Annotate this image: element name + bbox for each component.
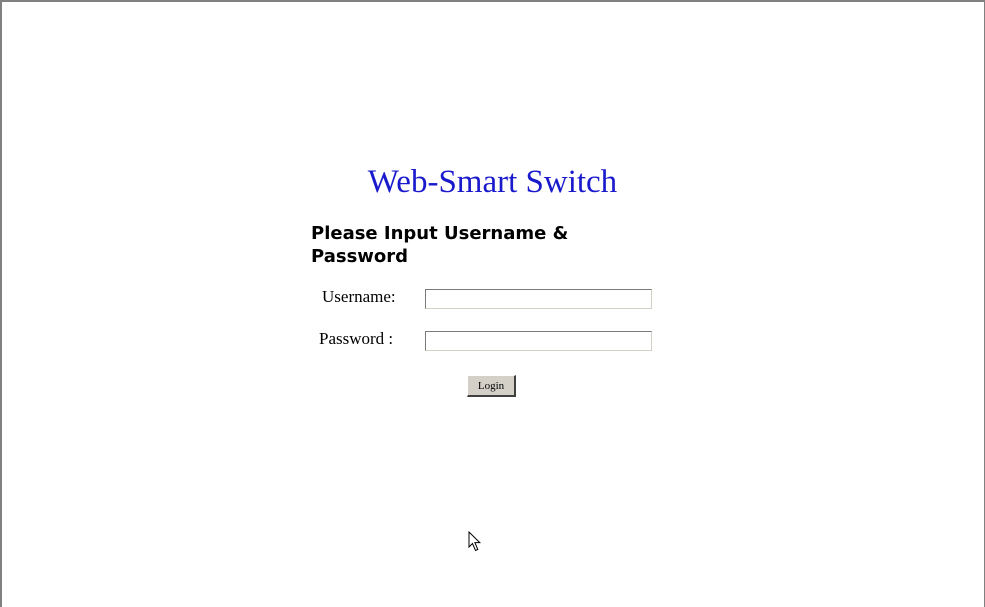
mouse-pointer-icon — [468, 531, 482, 552]
username-label: Username: — [322, 287, 396, 306]
password-label: Password : — [319, 329, 394, 348]
login-button[interactable]: Login — [467, 375, 516, 397]
password-input[interactable] — [425, 331, 652, 351]
login-heading: Please Input Username & Password — [311, 223, 569, 267]
username-input[interactable] — [425, 289, 652, 309]
page-title: Web-Smart Switch — [367, 164, 618, 200]
